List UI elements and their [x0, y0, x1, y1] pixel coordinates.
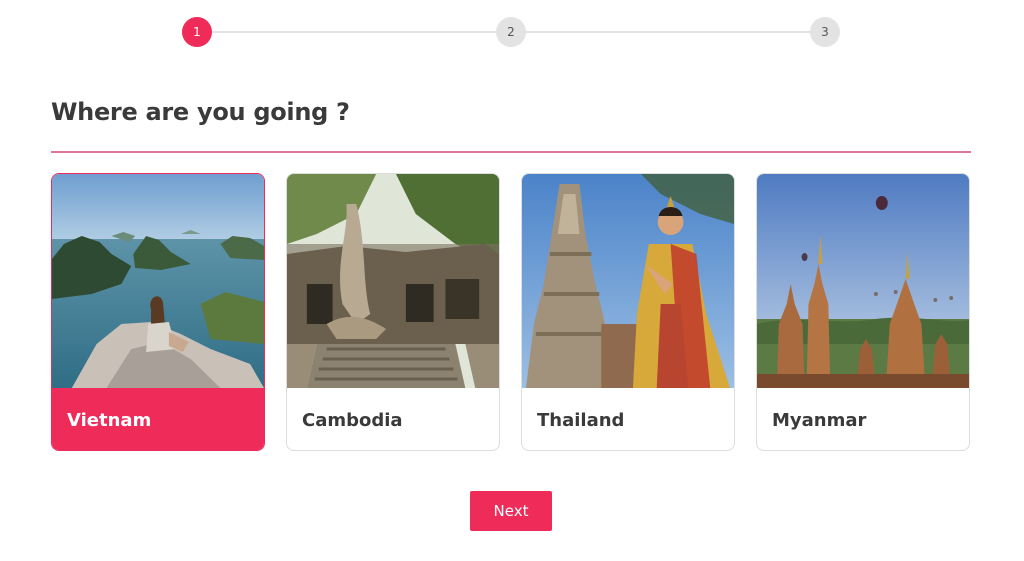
destination-label: Myanmar	[772, 409, 867, 431]
destination-card-myanmar[interactable]: Myanmar	[756, 173, 970, 451]
next-button[interactable]: Next	[470, 491, 552, 531]
destination-label: Cambodia	[302, 409, 403, 431]
step-3[interactable]: 3	[810, 17, 840, 47]
vietnam-bay-photo	[52, 174, 264, 388]
cambodia-temple-photo	[287, 174, 499, 388]
title-divider	[51, 151, 971, 153]
step-1[interactable]: 1	[182, 17, 212, 47]
destination-label: Thailand	[537, 409, 625, 431]
destination-card-cambodia[interactable]: Cambodia	[286, 173, 500, 451]
thailand-temple-photo	[522, 174, 734, 388]
destination-card-thailand[interactable]: Thailand	[521, 173, 735, 451]
myanmar-pagodas-photo	[757, 174, 969, 388]
step-connector	[526, 31, 810, 33]
destination-card-vietnam[interactable]: Vietnam	[51, 173, 265, 451]
step-connector	[212, 31, 496, 33]
destination-label: Vietnam	[52, 388, 264, 450]
step-2[interactable]: 2	[496, 17, 526, 47]
page-title: Where are you going ?	[51, 98, 350, 126]
progress-stepper: 1 2 3	[182, 17, 840, 47]
